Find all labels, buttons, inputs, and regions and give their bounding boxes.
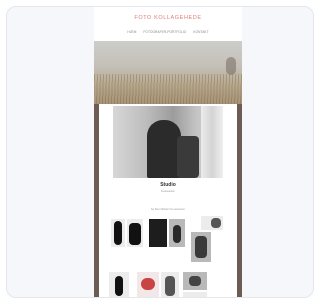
nav-item-contact[interactable]: KONTAKT	[193, 30, 208, 34]
photo-curtain	[201, 106, 223, 178]
gallery-thumb[interactable]	[137, 272, 159, 297]
gallery-thumb[interactable]	[161, 272, 179, 297]
gallery-thumb[interactable]	[127, 219, 143, 247]
gallery-title: Studio	[160, 182, 176, 188]
website-preview: FOTO KOLLAGEHEDE HJEM FOTOGRAFER-PORTFOL…	[94, 7, 242, 297]
photo-chair	[177, 136, 199, 178]
featured-photo[interactable]	[113, 106, 223, 178]
site-logo[interactable]: FOTO KOLLAGEHEDE	[94, 15, 242, 21]
content-frame: Studio Fotosession Se flere billeder fra…	[94, 104, 242, 297]
main-nav: HJEM FOTOGRAFER-PORTFOLIO KONTAKT	[94, 30, 242, 34]
gallery-thumb[interactable]	[149, 219, 167, 247]
gallery-thumb[interactable]	[201, 216, 223, 230]
gallery-thumb[interactable]	[111, 219, 125, 247]
gallery-thumb[interactable]	[183, 292, 207, 297]
gallery-caption: Se flere billeder fra sessionen	[150, 208, 186, 211]
gallery-thumb[interactable]	[183, 272, 207, 290]
gallery-thumb[interactable]	[169, 219, 185, 247]
photo-couple	[147, 120, 181, 178]
preview-card[interactable]: FOTO KOLLAGEHEDE HJEM FOTOGRAFER-PORTFOL…	[6, 6, 314, 298]
gallery-subtitle: Fotosession	[161, 190, 175, 193]
content-sheet: Studio Fotosession Se flere billeder fra…	[99, 104, 237, 297]
gallery-thumb[interactable]	[109, 272, 129, 297]
hero-blur-figure	[226, 57, 236, 75]
nav-item-portfolio[interactable]: FOTOGRAFER-PORTFOLIO	[143, 30, 186, 34]
hero-grass	[94, 74, 242, 104]
hero-image	[94, 41, 242, 104]
gallery-thumb[interactable]	[191, 232, 211, 262]
nav-item-home[interactable]: HJEM	[127, 30, 136, 34]
